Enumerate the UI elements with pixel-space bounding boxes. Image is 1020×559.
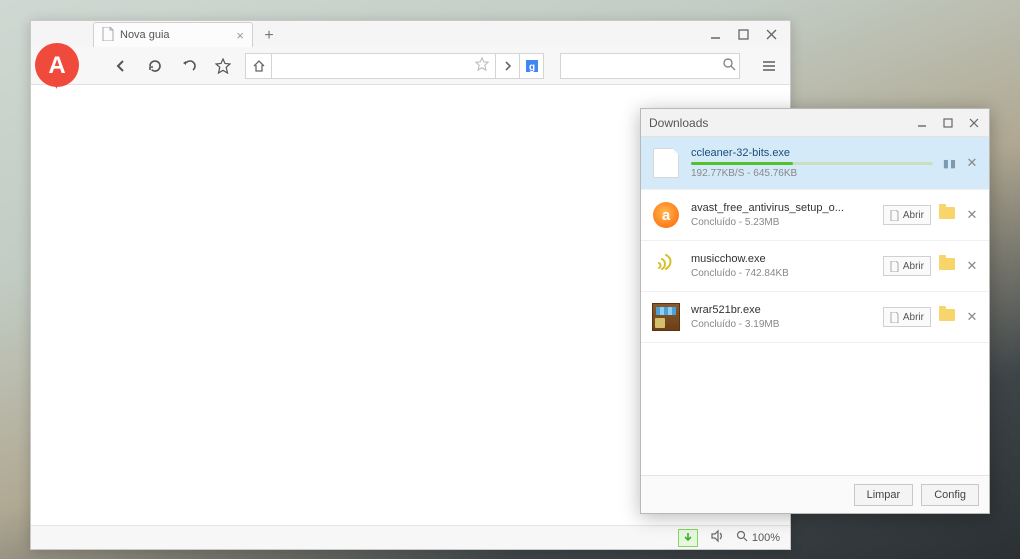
remove-download-button[interactable]: ✕ bbox=[965, 309, 979, 325]
open-folder-button[interactable] bbox=[939, 258, 957, 274]
bookmark-page-icon[interactable] bbox=[475, 57, 489, 74]
tab-strip: Nova guia × + bbox=[93, 21, 708, 47]
cancel-download-button[interactable]: ✕ bbox=[965, 155, 979, 171]
file-icon bbox=[651, 302, 681, 332]
address-bar[interactable] bbox=[271, 53, 496, 79]
open-folder-button[interactable] bbox=[939, 309, 957, 325]
close-button[interactable] bbox=[764, 27, 778, 41]
download-filename: ccleaner-32-bits.exe bbox=[691, 147, 933, 159]
tab-title: Nova guia bbox=[120, 29, 170, 41]
remove-download-button[interactable]: ✕ bbox=[965, 258, 979, 274]
browser-logo: A bbox=[29, 39, 85, 95]
sound-icon[interactable] bbox=[710, 529, 724, 546]
download-status: Concluído - 5.23MB bbox=[691, 217, 873, 228]
downloads-minimize-button[interactable] bbox=[915, 116, 929, 130]
open-file-button[interactable]: Abrir bbox=[883, 205, 931, 225]
download-filename: wrar521br.exe bbox=[691, 304, 873, 316]
address-bar-group: g bbox=[245, 53, 544, 79]
download-status: 192.77KB/S - 645.76KB bbox=[691, 168, 933, 179]
file-icon bbox=[651, 148, 681, 178]
open-file-button[interactable]: Abrir bbox=[883, 256, 931, 276]
downloads-header: Downloads bbox=[641, 109, 989, 137]
reload-button[interactable] bbox=[143, 54, 167, 78]
search-icon[interactable] bbox=[722, 57, 736, 74]
zoom-control[interactable]: 100% bbox=[736, 530, 780, 545]
downloads-panel: Downloads ccleaner-32-bits.exe 192.77KB/… bbox=[640, 108, 990, 514]
open-folder-button[interactable] bbox=[939, 207, 957, 223]
tab-active[interactable]: Nova guia × bbox=[93, 22, 253, 47]
svg-text:g: g bbox=[528, 62, 534, 73]
open-file-button[interactable]: Abrir bbox=[883, 307, 931, 327]
remove-download-button[interactable]: ✕ bbox=[965, 207, 979, 223]
downloads-title: Downloads bbox=[649, 116, 915, 130]
tab-close-button[interactable]: × bbox=[236, 28, 244, 43]
download-progress-bar bbox=[691, 162, 933, 165]
menu-button[interactable] bbox=[756, 53, 782, 79]
download-item[interactable]: wrar521br.exe Concluído - 3.19MB Abrir ✕ bbox=[641, 292, 989, 343]
file-icon bbox=[651, 200, 681, 230]
download-status: Concluído - 3.19MB bbox=[691, 319, 873, 330]
undo-button[interactable] bbox=[177, 54, 201, 78]
url-input[interactable] bbox=[278, 59, 475, 73]
download-indicator-button[interactable] bbox=[678, 529, 698, 547]
window-controls bbox=[708, 21, 790, 47]
clear-downloads-button[interactable]: Limpar bbox=[854, 484, 914, 506]
download-status: Concluído - 742.84KB bbox=[691, 268, 873, 279]
svg-text:A: A bbox=[48, 52, 65, 79]
downloads-maximize-button[interactable] bbox=[941, 116, 955, 130]
downloads-list: ccleaner-32-bits.exe 192.77KB/S - 645.76… bbox=[641, 137, 989, 475]
minimize-button[interactable] bbox=[708, 27, 722, 41]
download-filename: avast_free_antivirus_setup_o... bbox=[691, 202, 873, 214]
download-item[interactable]: musicchow.exe Concluído - 742.84KB Abrir… bbox=[641, 241, 989, 292]
toolbar: g bbox=[31, 47, 790, 85]
download-filename: musicchow.exe bbox=[691, 253, 873, 265]
search-engine-button[interactable]: g bbox=[520, 53, 544, 79]
title-bar: Nova guia × + bbox=[31, 21, 790, 47]
search-input[interactable] bbox=[567, 59, 722, 73]
download-item[interactable]: ccleaner-32-bits.exe 192.77KB/S - 645.76… bbox=[641, 137, 989, 190]
zoom-icon bbox=[736, 530, 748, 545]
new-tab-button[interactable]: + bbox=[257, 25, 281, 47]
back-button[interactable] bbox=[109, 54, 133, 78]
config-button[interactable]: Config bbox=[921, 484, 979, 506]
maximize-button[interactable] bbox=[736, 27, 750, 41]
file-icon bbox=[102, 27, 114, 44]
home-button[interactable] bbox=[245, 53, 271, 79]
zoom-value: 100% bbox=[752, 532, 780, 544]
bookmark-star-button[interactable] bbox=[211, 54, 235, 78]
downloads-footer: Limpar Config bbox=[641, 475, 989, 513]
downloads-close-button[interactable] bbox=[967, 116, 981, 130]
status-bar: 100% bbox=[31, 525, 790, 549]
go-button[interactable] bbox=[496, 53, 520, 79]
pause-button[interactable]: ▮▮ bbox=[943, 157, 957, 170]
download-item[interactable]: avast_free_antivirus_setup_o... Concluíd… bbox=[641, 190, 989, 241]
file-icon bbox=[651, 251, 681, 281]
search-box[interactable] bbox=[560, 53, 740, 79]
